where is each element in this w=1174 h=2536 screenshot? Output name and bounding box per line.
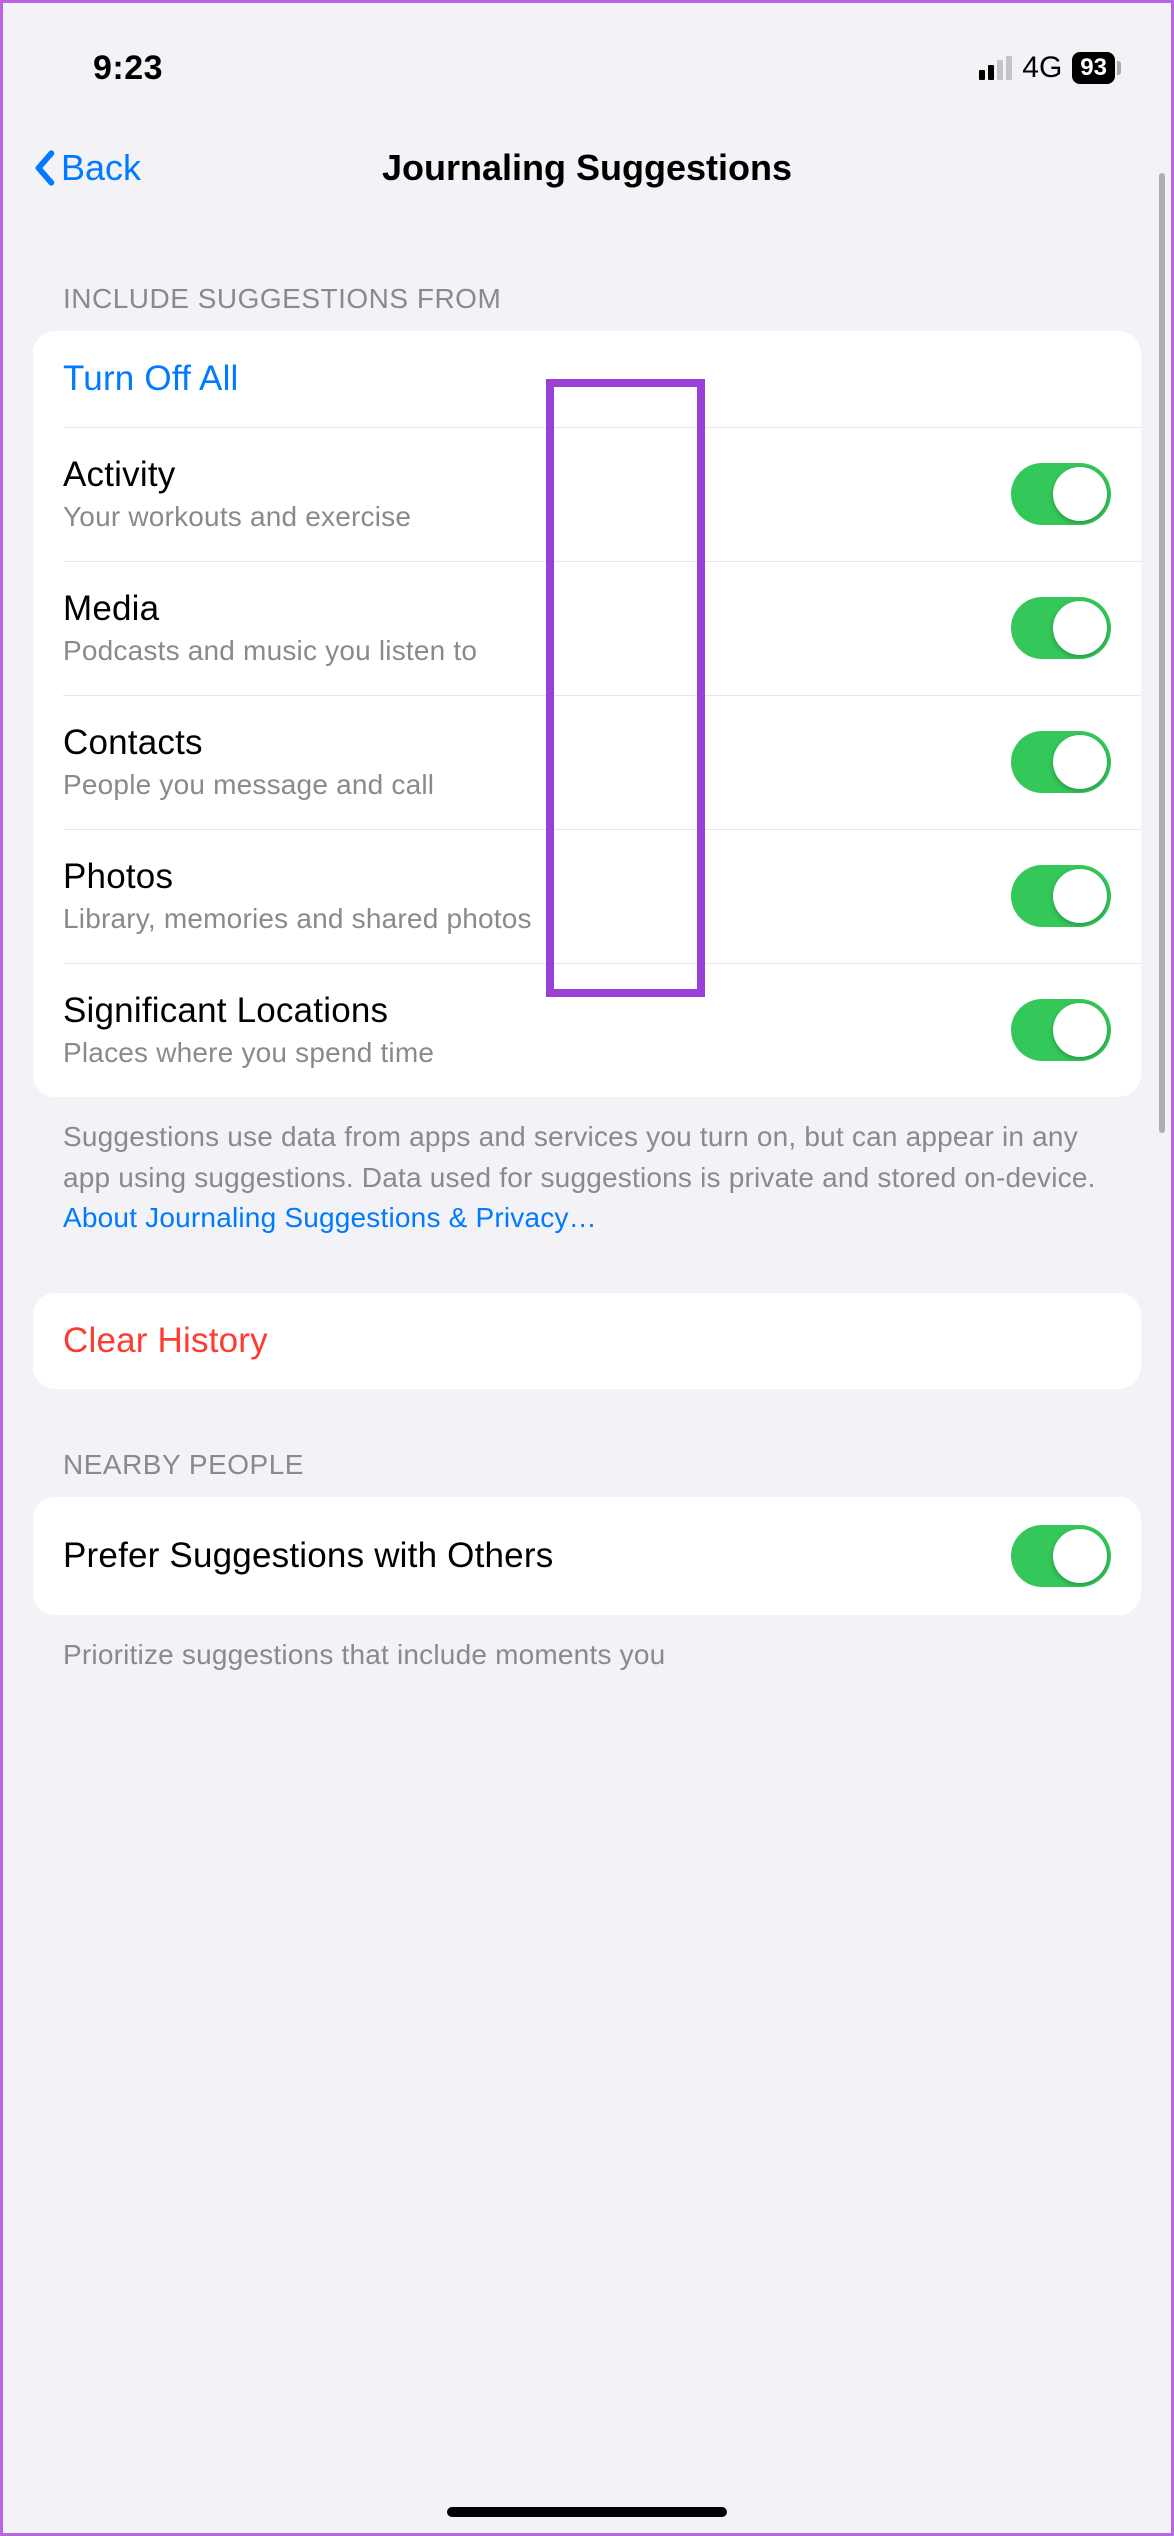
include-footer-text: Suggestions use data from apps and servi… — [33, 1097, 1141, 1239]
media-title: Media — [63, 589, 1011, 629]
status-right: 4G 93 — [979, 51, 1121, 85]
home-indicator[interactable] — [447, 2507, 727, 2517]
battery-level: 93 — [1072, 52, 1115, 84]
status-bar: 9:23 4G 93 — [3, 3, 1171, 113]
contacts-toggle[interactable] — [1011, 731, 1111, 793]
prefer-suggestions-title: Prefer Suggestions with Others — [63, 1536, 1011, 1576]
back-button[interactable]: Back — [33, 147, 141, 189]
about-privacy-link[interactable]: About Journaling Suggestions & Privacy… — [63, 1202, 597, 1233]
photos-toggle[interactable] — [1011, 865, 1111, 927]
contacts-subtitle: People you message and call — [63, 769, 1011, 801]
back-label: Back — [61, 147, 141, 189]
clear-history-group: Clear History — [33, 1293, 1141, 1389]
activity-subtitle: Your workouts and exercise — [63, 501, 1011, 533]
media-row: Media Podcasts and music you listen to — [33, 561, 1141, 695]
significant-locations-toggle[interactable] — [1011, 999, 1111, 1061]
photos-row: Photos Library, memories and shared phot… — [33, 829, 1141, 963]
page-title: Journaling Suggestions — [3, 147, 1171, 189]
section-header-nearby: NEARBY PEOPLE — [33, 1389, 1141, 1497]
photos-title: Photos — [63, 857, 1011, 897]
contacts-title: Contacts — [63, 723, 1011, 763]
scroll-indicator[interactable] — [1159, 173, 1165, 1133]
section-header-include: INCLUDE SUGGESTIONS FROM — [33, 223, 1141, 331]
activity-title: Activity — [63, 455, 1011, 495]
cellular-signal-icon — [979, 56, 1012, 80]
nearby-people-group: Prefer Suggestions with Others — [33, 1497, 1141, 1615]
include-suggestions-group: Turn Off All Activity Your workouts and … — [33, 331, 1141, 1097]
prefer-suggestions-row: Prefer Suggestions with Others — [33, 1497, 1141, 1615]
turn-off-all-label: Turn Off All — [63, 359, 1111, 399]
network-type: 4G — [1022, 51, 1062, 85]
nav-header: Back Journaling Suggestions — [3, 113, 1171, 223]
nearby-footer-text: Prioritize suggestions that include mome… — [33, 1615, 1141, 1676]
turn-off-all-button[interactable]: Turn Off All — [33, 331, 1141, 427]
clear-history-button[interactable]: Clear History — [33, 1293, 1141, 1389]
significant-locations-subtitle: Places where you spend time — [63, 1037, 1011, 1069]
battery-icon: 93 — [1072, 52, 1121, 84]
media-toggle[interactable] — [1011, 597, 1111, 659]
activity-row: Activity Your workouts and exercise — [33, 427, 1141, 561]
prefer-suggestions-toggle[interactable] — [1011, 1525, 1111, 1587]
status-time: 9:23 — [93, 49, 163, 88]
significant-locations-row: Significant Locations Places where you s… — [33, 963, 1141, 1097]
chevron-left-icon — [33, 149, 55, 187]
media-subtitle: Podcasts and music you listen to — [63, 635, 1011, 667]
photos-subtitle: Library, memories and shared photos — [63, 903, 1011, 935]
activity-toggle[interactable] — [1011, 463, 1111, 525]
significant-locations-title: Significant Locations — [63, 991, 1011, 1031]
contacts-row: Contacts People you message and call — [33, 695, 1141, 829]
clear-history-label: Clear History — [63, 1321, 1111, 1361]
